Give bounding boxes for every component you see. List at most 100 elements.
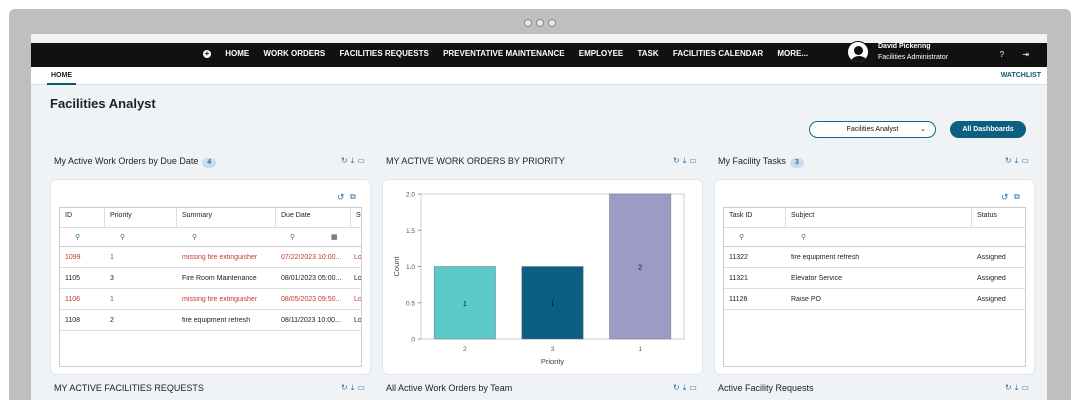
dashboard-select[interactable]: Facilities Analyst ⌄ xyxy=(809,121,936,138)
data-label: 1 xyxy=(551,301,555,308)
cell-subject: Raise PO xyxy=(791,296,821,303)
table-row[interactable]: 1106 1 missing fire extinguisher 08/05/2… xyxy=(60,289,361,310)
cell-id: 1108 xyxy=(65,317,81,324)
column-header-priority[interactable]: Priority xyxy=(105,208,177,227)
calendar-icon[interactable]: ▦ xyxy=(331,233,338,241)
nav-work-orders[interactable]: WORK ORDERS xyxy=(263,49,325,58)
search-icon[interactable]: ⚲ xyxy=(75,233,80,241)
search-icon[interactable]: ⚲ xyxy=(739,233,744,241)
main-nav: + HOME WORK ORDERS FACILITIES REQUESTS P… xyxy=(203,49,820,58)
y-tick-label: 1.5 xyxy=(406,228,415,235)
cell-summary: fire equipment refresh xyxy=(182,317,251,324)
cell-summary: Fire Room Maintenance xyxy=(182,275,257,282)
nav-facilities-calendar[interactable]: FACILITIES CALENDAR xyxy=(673,49,763,58)
nav-more[interactable]: MORE... xyxy=(777,49,808,58)
refresh-icon[interactable]: ↻ xyxy=(673,156,683,165)
search-icon[interactable]: ⚲ xyxy=(120,233,125,241)
column-header-summary[interactable]: Summary xyxy=(177,208,276,227)
x-tick-label: 1 xyxy=(638,346,642,353)
reload-icon[interactable]: ↺ xyxy=(1001,192,1009,203)
column-header-id[interactable]: ID xyxy=(60,208,105,227)
window-icon[interactable]: ▭ xyxy=(1021,383,1032,392)
section-title-tasks: My Facility Tasks 3 xyxy=(718,156,804,168)
top-nav-bar: + HOME WORK ORDERS FACILITIES REQUESTS P… xyxy=(31,41,1047,67)
y-tick-label: 1.0 xyxy=(406,264,415,271)
refresh-icon[interactable]: ↻ xyxy=(673,383,683,392)
help-icon[interactable]: ? xyxy=(1000,50,1004,59)
column-header-subject[interactable]: Subject xyxy=(786,208,972,227)
search-icon[interactable]: ⚲ xyxy=(801,233,806,241)
count-badge: 3 xyxy=(789,158,804,168)
section-title-active-requests: Active Facility Requests xyxy=(718,383,814,393)
y-tick-label: 2.0 xyxy=(406,192,415,199)
logout-icon[interactable]: ⇥ xyxy=(1022,50,1029,59)
cell-due: 08/05/2023 09:50... xyxy=(281,296,342,303)
columns-icon[interactable]: ⧉ xyxy=(350,192,356,202)
cell-id: 1106 xyxy=(65,296,81,303)
cell-status: Assigned xyxy=(977,254,1006,261)
cell-due: 07/22/2023 10:00... xyxy=(281,254,342,261)
refresh-icon[interactable]: ↻ xyxy=(341,156,351,165)
cell-due: 08/01/2023 05:00... xyxy=(281,275,342,282)
search-icon[interactable]: ⚲ xyxy=(290,233,295,241)
top-icons: ? ⇥ xyxy=(984,50,1029,59)
add-icon[interactable]: + xyxy=(203,50,211,58)
nav-home[interactable]: HOME xyxy=(225,49,249,58)
window-icon[interactable]: ▭ xyxy=(689,383,700,392)
table-row[interactable]: 1105 3 Fire Room Maintenance 08/01/2023 … xyxy=(60,268,361,289)
section-tools: ↻⤓▭ xyxy=(673,156,700,166)
nav-employee[interactable]: EMPLOYEE xyxy=(579,49,623,58)
column-header-task-id[interactable]: Task ID xyxy=(724,208,786,227)
window-icon[interactable]: ▭ xyxy=(357,383,368,392)
cell-status: Assigned xyxy=(977,296,1006,303)
wo-priority-card: 0 0.5 1.0 1.5 2.0 1 2 1 3 2 1 Priority Count xyxy=(382,179,703,375)
column-header-status[interactable]: Sta xyxy=(351,208,361,227)
window-icon[interactable]: ▭ xyxy=(1021,156,1032,165)
wo-table: ID Priority Summary Due Date Sta ⚲ ⚲ ⚲ ⚲… xyxy=(59,207,362,367)
search-row: ⚲ ⚲ ⚲ ⚲ ▦ xyxy=(60,228,361,247)
cell-summary: missing fire extinguisher xyxy=(182,296,258,303)
refresh-icon[interactable]: ↻ xyxy=(1005,383,1015,392)
table-row[interactable]: 1099 1 missing fire extinguisher 07/22/2… xyxy=(60,247,361,268)
search-icon[interactable]: ⚲ xyxy=(192,233,197,241)
section-tools: ↻⤓▭ xyxy=(1005,156,1032,166)
column-header-due-date[interactable]: Due Date xyxy=(276,208,351,227)
nav-task[interactable]: TASK xyxy=(637,49,658,58)
cell-task-id: 11126 xyxy=(729,296,748,303)
nav-facilities-requests[interactable]: FACILITIES REQUESTS xyxy=(339,49,428,58)
cell-summary: missing fire extinguisher xyxy=(182,254,258,261)
cell-priority: 1 xyxy=(110,296,114,303)
columns-icon[interactable]: ⧉ xyxy=(1014,192,1020,202)
cell-id: 1105 xyxy=(65,275,81,282)
all-dashboards-button[interactable]: All Dashboards xyxy=(950,121,1026,138)
cell-priority: 2 xyxy=(110,317,114,324)
window-icon[interactable]: ▭ xyxy=(357,156,368,165)
cell-priority: 1 xyxy=(110,254,114,261)
user-menu[interactable]: David Pickering Facilities Administrator xyxy=(847,41,948,63)
column-header-status[interactable]: Status xyxy=(972,208,1025,227)
task-table: Task ID Subject Status ⚲ ⚲ 11322 fire eq… xyxy=(723,207,1026,367)
window-icon[interactable]: ▭ xyxy=(689,156,700,165)
refresh-icon[interactable]: ↻ xyxy=(1005,156,1015,165)
nav-preventative-maintenance[interactable]: PREVENTATIVE MAINTENANCE xyxy=(443,49,565,58)
page-title: Facilities Analyst xyxy=(50,96,156,111)
table-row[interactable]: 11322 fire equipment refresh Assigned xyxy=(724,247,1025,268)
tab-home[interactable]: HOME xyxy=(47,67,76,85)
table-row[interactable]: 11321 Elevator Service Assigned xyxy=(724,268,1025,289)
search-row: ⚲ ⚲ xyxy=(724,228,1025,247)
table-row[interactable]: 11126 Raise PO Assigned xyxy=(724,289,1025,310)
wo-due-card: ↺ ⧉ ID Priority Summary Due Date Sta ⚲ ⚲… xyxy=(50,179,371,375)
chevron-down-icon: ⌄ xyxy=(920,126,926,133)
tasks-card: ↺ ⧉ Task ID Subject Status ⚲ ⚲ 11322 fir… xyxy=(714,179,1035,375)
reload-icon[interactable]: ↺ xyxy=(337,192,345,203)
section-title-text: My Active Work Orders by Due Date xyxy=(54,156,199,166)
cell-status: Lo xyxy=(354,275,362,282)
table-row[interactable]: 1108 2 fire equipment refresh 08/11/2023… xyxy=(60,310,361,331)
section-title-wo-team: All Active Work Orders by Team xyxy=(386,383,513,393)
y-tick-label: 0 xyxy=(411,337,415,344)
refresh-icon[interactable]: ↻ xyxy=(341,383,351,392)
watchlist-link[interactable]: WATCHLIST xyxy=(1001,67,1041,85)
avatar[interactable] xyxy=(847,41,869,63)
cell-subject: fire equipment refresh xyxy=(791,254,860,261)
window-frame: + HOME WORK ORDERS FACILITIES REQUESTS P… xyxy=(9,9,1071,400)
